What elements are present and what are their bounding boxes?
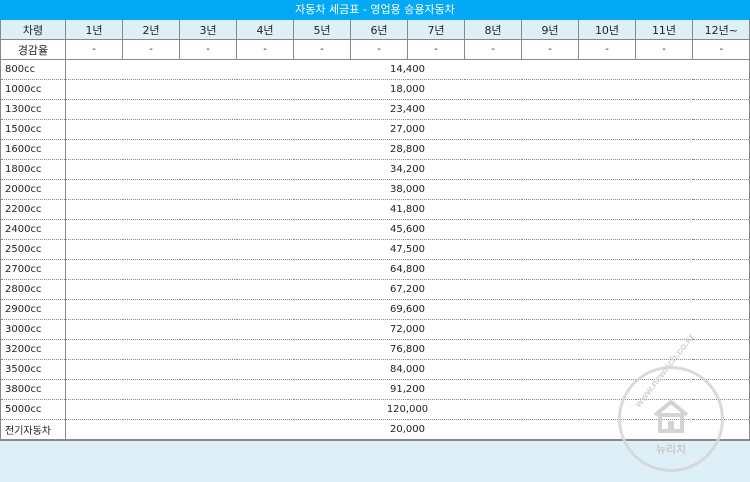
rate-cell: -: [179, 39, 237, 60]
header-first: 차령: [0, 20, 66, 40]
row-amount: 72,000: [65, 319, 750, 340]
newrich-watermark: www.newrich.co.kr 뉴리치: [618, 332, 724, 472]
table-row: 2400cc 45,600: [0, 219, 750, 240]
row-amount: 67,200: [65, 279, 750, 300]
row-label: 5000cc: [0, 399, 66, 420]
row-label: 3000cc: [0, 319, 66, 340]
table-row: 2500cc 47,500: [0, 239, 750, 260]
rate-cell: -: [521, 39, 579, 60]
rate-cell: -: [350, 39, 408, 60]
table-title: 자동차 세금표 - 영업용 승용자동차: [0, 0, 750, 20]
row-label: 1300cc: [0, 99, 66, 120]
row-amount: 23,400: [65, 99, 750, 120]
row-amount: 41,800: [65, 199, 750, 220]
row-label: 1800cc: [0, 159, 66, 180]
row-label: 1500cc: [0, 119, 66, 140]
row-label: 전기자동차: [0, 419, 66, 440]
rate-cell: -: [293, 39, 351, 60]
header-year: 12년~: [692, 20, 750, 40]
row-amount: 38,000: [65, 179, 750, 200]
header-year: 3년: [179, 20, 237, 40]
table-row: 2200cc 41,800: [0, 199, 750, 220]
table-row: 1500cc 27,000: [0, 119, 750, 140]
rate-cell: -: [236, 39, 294, 60]
row-amount: 34,200: [65, 159, 750, 180]
rate-cell: -: [692, 39, 750, 60]
rate-cell: -: [65, 39, 123, 60]
table-row: 800cc 14,400: [0, 59, 750, 80]
row-label: 3800cc: [0, 379, 66, 400]
row-label: 2800cc: [0, 279, 66, 300]
table-row: 2700cc 64,800: [0, 259, 750, 280]
table-row: 1000cc 18,000: [0, 79, 750, 100]
row-amount: 47,500: [65, 239, 750, 260]
table-row: 3200cc 76,800: [0, 339, 750, 360]
row-amount: 14,400: [65, 59, 750, 80]
watermark-label: 뉴리치: [655, 443, 687, 456]
row-label: 2700cc: [0, 259, 66, 280]
row-amount: 27,000: [65, 119, 750, 140]
rate-cell: -: [464, 39, 522, 60]
row-amount: 69,600: [65, 299, 750, 320]
rate-label: 경감율: [0, 39, 66, 60]
header-year: 5년: [293, 20, 351, 40]
table-row: 2000cc 38,000: [0, 179, 750, 200]
header-year: 7년: [407, 20, 465, 40]
row-label: 2000cc: [0, 179, 66, 200]
header-row: 차령 1년 2년 3년 4년 5년 6년 7년 8년 9년 10년 11년 12…: [0, 20, 750, 40]
row-label: 2500cc: [0, 239, 66, 260]
table-row: 1600cc 28,800: [0, 139, 750, 160]
table-row: 2800cc 67,200: [0, 279, 750, 300]
header-year: 9년: [521, 20, 579, 40]
header-year: 6년: [350, 20, 408, 40]
row-label: 2900cc: [0, 299, 66, 320]
header-year: 8년: [464, 20, 522, 40]
row-label: 1600cc: [0, 139, 66, 160]
header-year: 4년: [236, 20, 294, 40]
row-label: 800cc: [0, 59, 66, 80]
row-label: 3200cc: [0, 339, 66, 360]
row-amount: 64,800: [65, 259, 750, 280]
header-year: 11년: [635, 20, 693, 40]
row-label: 2400cc: [0, 219, 66, 240]
table-row: 1300cc 23,400: [0, 99, 750, 120]
rate-row: 경감율 - - - - - - - - - - - -: [0, 39, 750, 60]
row-label: 1000cc: [0, 79, 66, 100]
row-label: 2200cc: [0, 199, 66, 220]
row-amount: 18,000: [65, 79, 750, 100]
house-icon: [653, 400, 689, 433]
header-year: 10년: [578, 20, 636, 40]
row-label: 3500cc: [0, 359, 66, 380]
row-amount: 28,800: [65, 139, 750, 160]
rate-cell: -: [122, 39, 180, 60]
row-amount: 45,600: [65, 219, 750, 240]
rate-cell: -: [635, 39, 693, 60]
table-row: 1800cc 34,200: [0, 159, 750, 180]
rate-cell: -: [578, 39, 636, 60]
rate-cell: -: [407, 39, 465, 60]
table-row: 3000cc 72,000: [0, 319, 750, 340]
header-year: 1년: [65, 20, 123, 40]
header-year: 2년: [122, 20, 180, 40]
row-amount: 76,800: [65, 339, 750, 360]
table-row: 2900cc 69,600: [0, 299, 750, 320]
